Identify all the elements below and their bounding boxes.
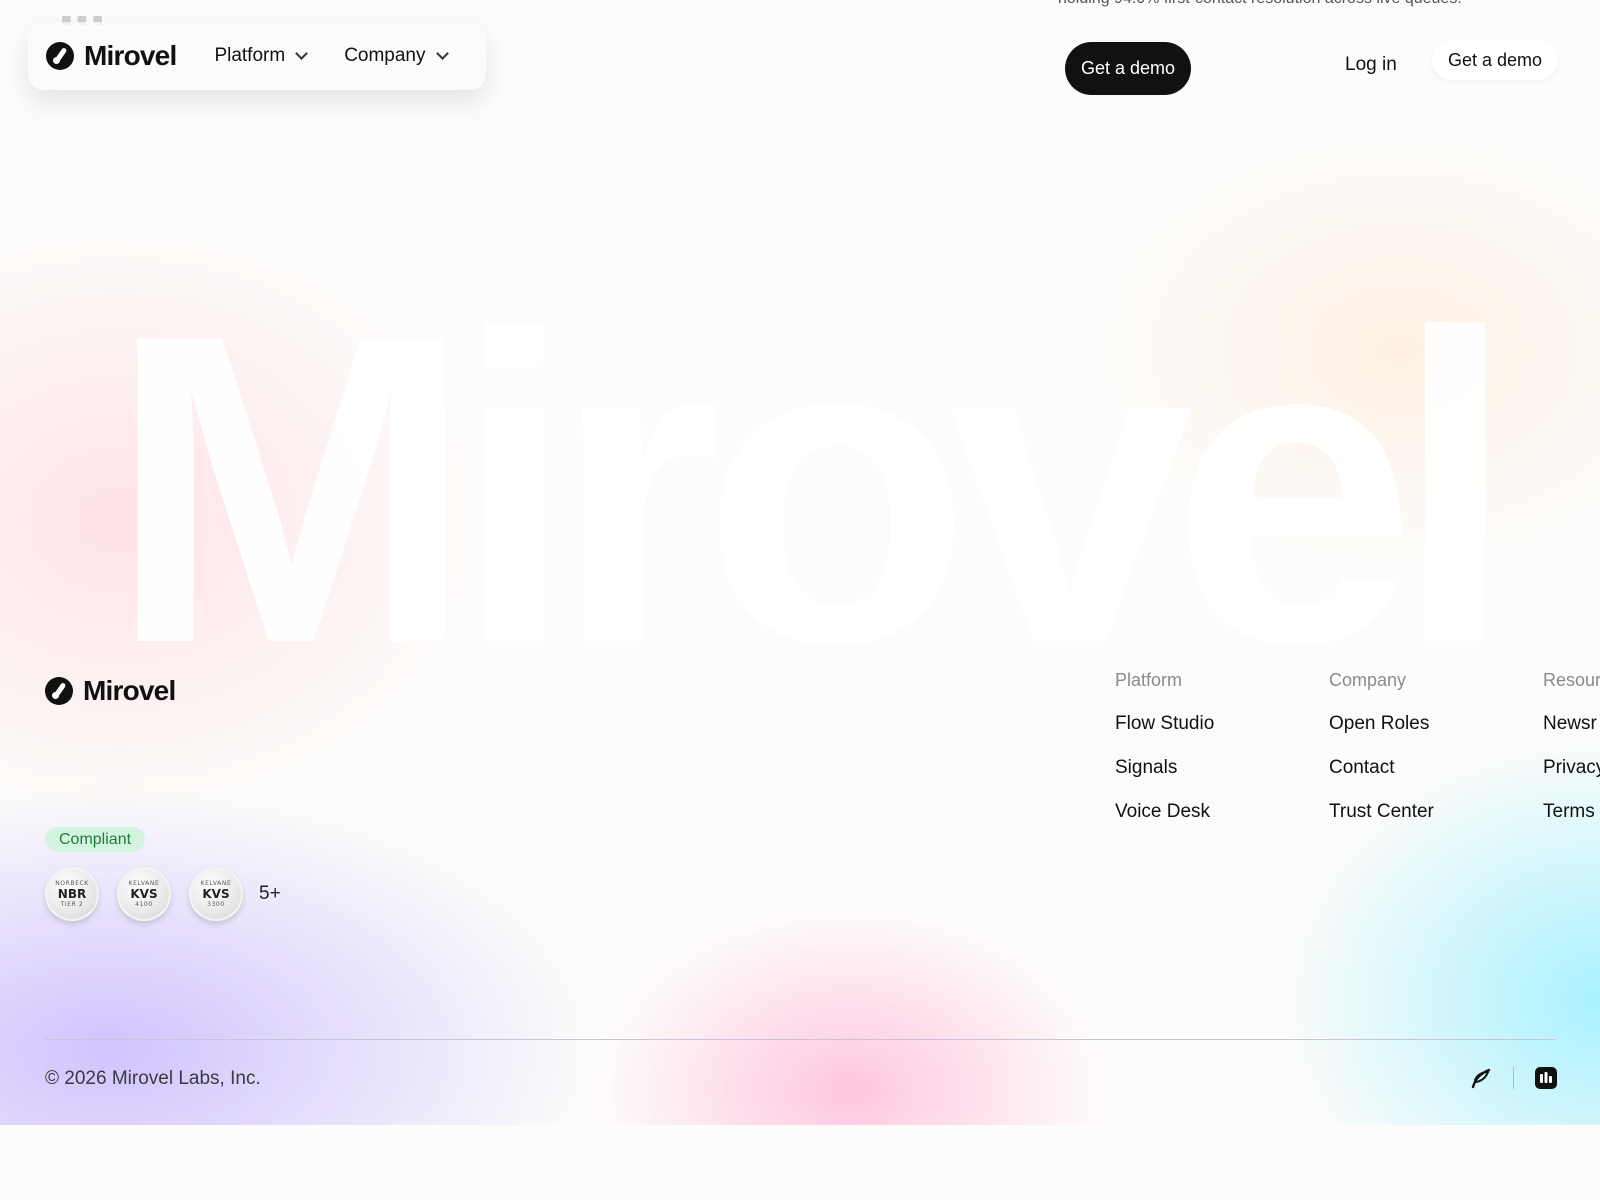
footer-link[interactable]: Trust Center [1329, 801, 1434, 845]
footer-column-heading: Platform [1115, 670, 1183, 690]
nav-item-platform[interactable]: Platform [214, 45, 309, 67]
footer-link[interactable]: Open Roles [1329, 713, 1434, 757]
brand-name: Mirovel [83, 675, 176, 706]
certification-list: NORBECK NBR TIER 2 KELVANE KVS 4100 KELV… [45, 867, 281, 921]
certification-seal[interactable]: KELVANE KVS 3300 [189, 867, 243, 921]
copyright-text: © 2026 Mirovel Labs, Inc. [45, 1068, 261, 1089]
main-nav: Mirovel Platform Company [28, 22, 486, 90]
footer-link[interactable]: Terms [1543, 801, 1600, 845]
footer-column-heading: Resour [1543, 670, 1600, 690]
cert-issuer: NORBECK [55, 880, 89, 887]
footer-link[interactable]: Privacy [1543, 757, 1600, 801]
brand-logo-icon [45, 677, 73, 705]
footer-divider [45, 1039, 1555, 1040]
footer-link[interactable]: Voice Desk [1115, 801, 1214, 845]
bars-icon[interactable] [1534, 1066, 1558, 1090]
cert-level: TIER 2 [60, 901, 84, 908]
footer-column-heading: Company [1329, 670, 1407, 690]
get-demo-button-nav[interactable]: Get a demo [1432, 40, 1558, 80]
leaf-icon[interactable] [1469, 1066, 1493, 1090]
footer-link[interactable]: Newsr [1543, 713, 1600, 757]
cert-level: 3300 [207, 901, 225, 908]
cert-issuer: KELVANE [200, 880, 232, 887]
chevron-down-icon [295, 47, 309, 60]
footer-column-resources: Resour Newsr Privacy Terms [1543, 670, 1600, 845]
cert-code: NBR [57, 887, 87, 901]
footer-logo[interactable]: Mirovel [45, 675, 176, 707]
footer-column-company: Company Open Roles Contact Trust Center [1329, 670, 1434, 845]
footer-link[interactable]: Flow Studio [1115, 713, 1214, 757]
certification-seal[interactable]: NORBECK NBR TIER 2 [45, 867, 99, 921]
more-certifications-count[interactable]: 5+ [259, 883, 281, 905]
nav-item-label: Platform [214, 45, 286, 66]
social-links [1469, 1066, 1558, 1090]
nav-item-company[interactable]: Company [344, 45, 449, 67]
brand-name: Mirovel [84, 40, 177, 71]
nav-item-label: Company [344, 45, 426, 66]
footer-link[interactable]: Contact [1329, 757, 1434, 801]
chevron-down-icon [435, 47, 449, 60]
cert-level: 4100 [135, 901, 153, 908]
social-separator [1513, 1067, 1514, 1089]
cert-code: KVS [130, 887, 158, 901]
cert-issuer: KELVANE [128, 880, 160, 887]
footer-wordmark: Mirovel [108, 244, 1516, 735]
footer-link[interactable]: Signals [1115, 757, 1214, 801]
login-link[interactable]: Log in [1345, 47, 1397, 83]
compliance-badge: Compliant [45, 827, 146, 852]
brand-logo-icon [46, 42, 74, 70]
cert-code: KVS [202, 887, 230, 901]
nav-logo[interactable]: Mirovel [46, 40, 177, 72]
hero-subtitle-fragment: holding 94.0% first-contact resolution a… [1058, 0, 1462, 8]
footer-column-platform: Platform Flow Studio Signals Voice Desk [1115, 670, 1214, 845]
certification-seal[interactable]: KELVANE KVS 4100 [117, 867, 171, 921]
get-demo-button-hero[interactable]: Get a demo [1065, 42, 1191, 95]
